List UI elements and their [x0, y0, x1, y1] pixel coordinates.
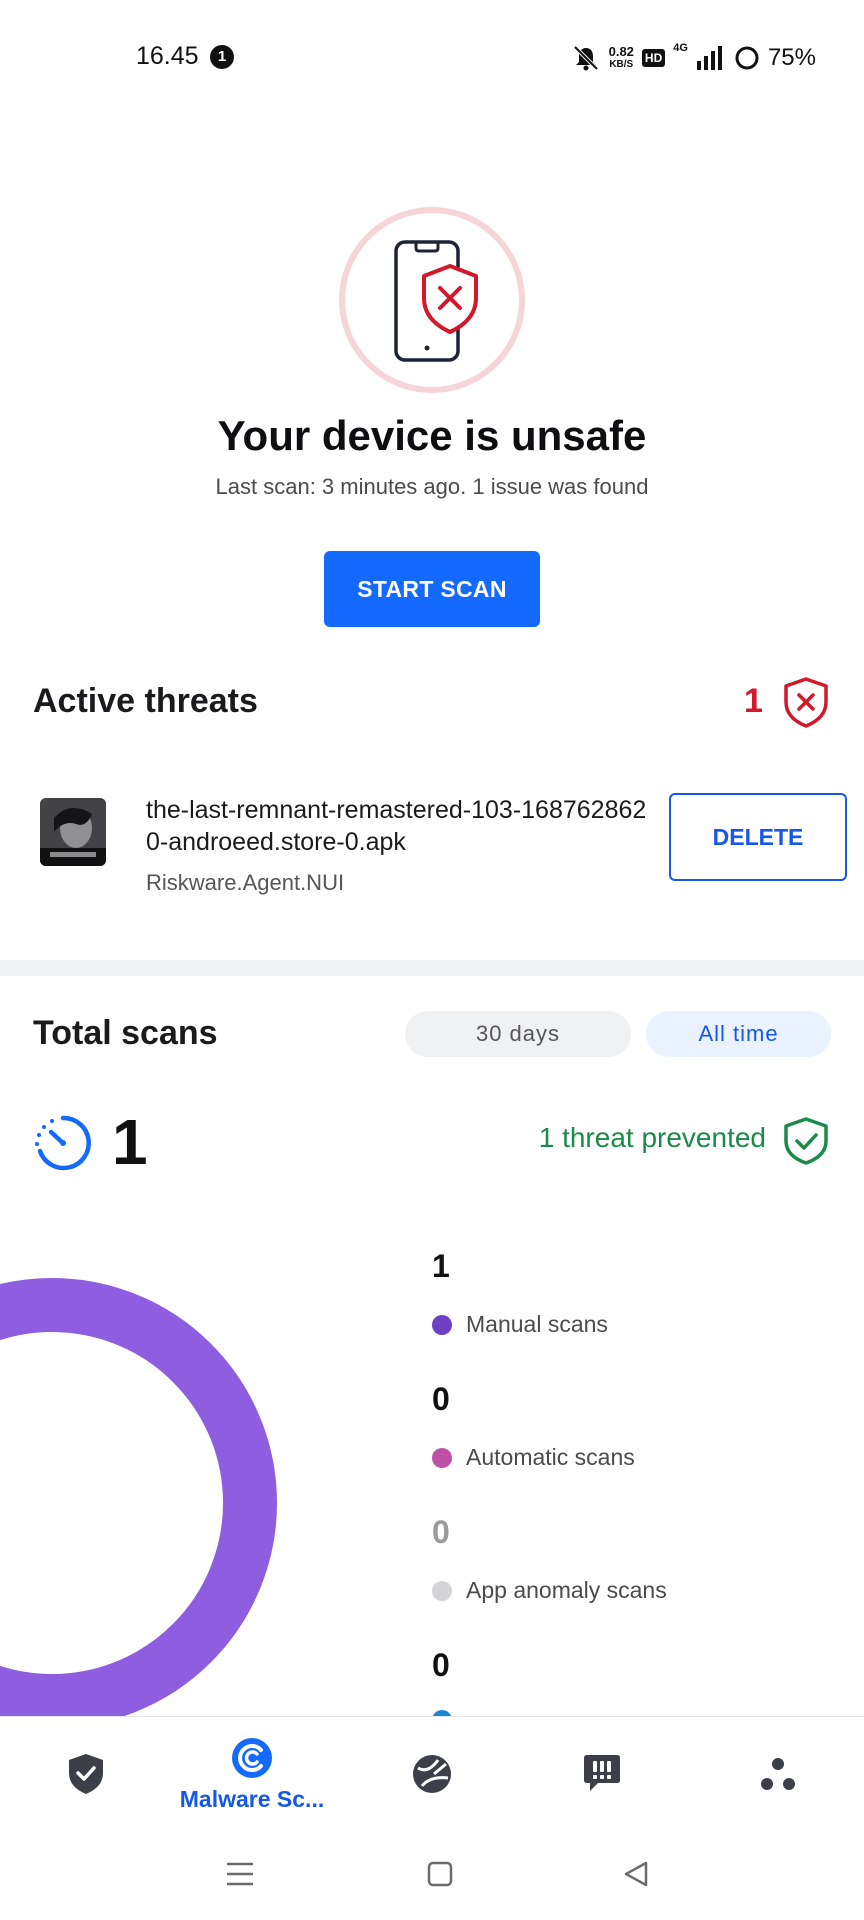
shield-check-icon: [69, 1754, 103, 1794]
battery-ring-icon: [735, 46, 759, 70]
legend-label-manual: Manual scans: [466, 1311, 608, 1337]
more-dots-icon: [761, 1758, 795, 1790]
total-scans-title: Total scans: [33, 1014, 218, 1052]
recents-button[interactable]: [218, 1852, 262, 1896]
status-icons: 0.82 KB/S HD 4G 75%: [571, 40, 816, 76]
scan-history-icon: [35, 1115, 91, 1171]
menu-lines-icon: [227, 1862, 253, 1886]
scans-donut-chart: [0, 1278, 277, 1718]
legend-count-automatic: 0: [432, 1381, 450, 1417]
legend-label-automatic: Automatic scans: [466, 1444, 635, 1470]
nav-label-malware-scan: Malware Sc...: [179, 1785, 325, 1812]
threat-name: Riskware.Agent.NUI: [146, 870, 345, 895]
legend-dot-automatic: [432, 1447, 452, 1468]
legend-item-anomaly: App anomaly scans: [432, 1577, 667, 1604]
back-button[interactable]: [614, 1852, 658, 1896]
threat-shield-icon: [784, 677, 828, 728]
nav-web-protection[interactable]: [390, 1717, 474, 1831]
last-scan-text: Last scan: 3 minutes ago. 1 issue was fo…: [215, 474, 649, 499]
status-time: 16.45: [136, 42, 199, 70]
bottom-navigation: Malware Sc...: [0, 1716, 864, 1830]
hd-badge: HD: [641, 49, 666, 67]
threats-prevented-text: 1 threat prevented: [538, 1122, 766, 1153]
browser-globe-icon: [413, 1755, 451, 1793]
section-divider: [0, 960, 864, 976]
home-button[interactable]: [418, 1852, 462, 1896]
signal-icon: [696, 46, 722, 70]
unsafe-device-icon: [339, 207, 525, 393]
start-scan-button[interactable]: START SCAN: [324, 551, 540, 627]
chat-alert-icon: [584, 1755, 620, 1791]
notification-badge: 1: [210, 45, 234, 69]
threat-count: 1: [744, 682, 763, 720]
nav-protection[interactable]: [44, 1717, 128, 1831]
back-triangle-icon: [624, 1861, 648, 1887]
legend-label-anomaly: App anomaly scans: [466, 1577, 667, 1603]
legend-dot-anomaly: [432, 1580, 452, 1601]
network-speed: 0.82 KB/S: [609, 45, 634, 71]
status-bar: 16.45 1 0.82 KB/S HD 4G 75%: [0, 0, 864, 112]
legend-count-manual: 1: [432, 1248, 450, 1284]
system-navigation-bar: [0, 1830, 864, 1920]
total-scan-count: 1: [112, 1106, 148, 1178]
shield-check-icon: [784, 1117, 828, 1165]
legend-item-manual: Manual scans: [432, 1311, 608, 1338]
range-all-time-tab[interactable]: All time: [646, 1011, 831, 1057]
nav-messages[interactable]: [560, 1717, 644, 1831]
app-thumbnail: [40, 798, 106, 866]
nav-malware-scan[interactable]: Malware Sc...: [160, 1717, 344, 1831]
legend-count-fourth: 0: [432, 1647, 450, 1683]
legend-dot-manual: [432, 1314, 452, 1335]
speed-value: 0.82: [608, 44, 634, 59]
range-30-days-tab[interactable]: 30 days: [405, 1011, 631, 1057]
battery-percent: 75%: [767, 44, 816, 71]
speed-unit: KB/S: [609, 59, 634, 70]
threat-file-name: the-last-remnant-remastered-103-16876286…: [146, 796, 647, 856]
delete-button[interactable]: DELETE: [669, 793, 847, 881]
nav-more[interactable]: [736, 1717, 820, 1831]
network-type: 4G: [673, 42, 688, 54]
malware-scan-icon: [232, 1737, 272, 1778]
active-threats-title: Active threats: [33, 682, 258, 720]
legend-item-automatic: Automatic scans: [432, 1444, 635, 1471]
page-title: Your device is unsafe: [217, 412, 647, 459]
mute-bell-icon: [573, 45, 599, 71]
legend-count-anomaly: 0: [432, 1514, 450, 1550]
home-square-icon: [427, 1861, 453, 1887]
